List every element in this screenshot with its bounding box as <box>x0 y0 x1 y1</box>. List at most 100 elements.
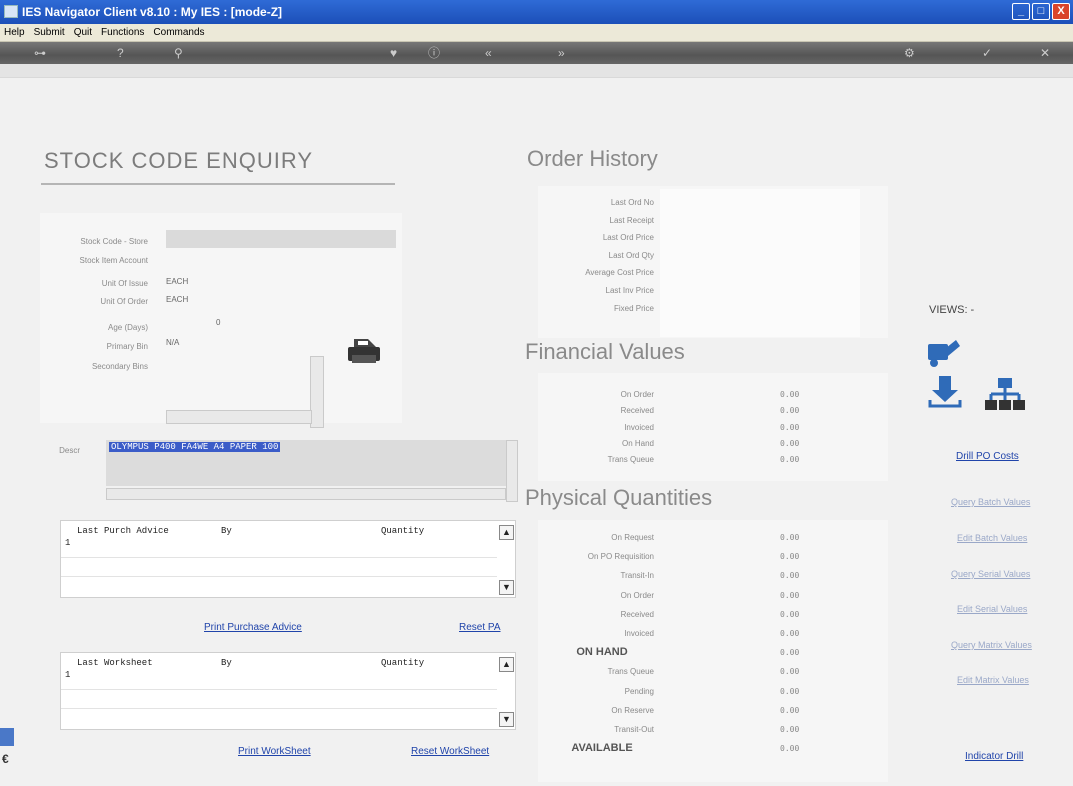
stock-code-store-field[interactable] <box>166 230 396 248</box>
descr-field[interactable]: OLYMPUS P400 FA4WE A4 PAPER 100 <box>106 440 506 486</box>
primary-bin-value: N/A <box>166 338 180 347</box>
row-value: 0.00 <box>780 406 800 416</box>
row-value: 0.00 <box>780 571 800 581</box>
row-value: 0.00 <box>780 390 800 399</box>
scroll-down-icon[interactable]: ▼ <box>499 712 514 727</box>
toolbar: ⊶ ? ⚲ ♥ ⓘ « » ⚙ ✓ ✕ <box>0 42 1073 64</box>
minimize-button[interactable]: _ <box>1012 3 1030 20</box>
scroll-up-icon[interactable]: ▲ <box>499 657 514 672</box>
truck-icon[interactable] <box>926 336 962 370</box>
row-label: Fixed Price <box>613 303 654 313</box>
order-history-title: Order History <box>527 146 658 171</box>
row-value: 0.00 <box>780 422 800 432</box>
row-value: 0.00 <box>780 725 800 734</box>
purchase-advice-grid[interactable]: Last Purch Advice By Quantity 1 ▲ ▼ <box>60 520 516 598</box>
row-value: 0.00 <box>780 590 800 600</box>
row-label: ON HAND <box>576 646 628 659</box>
stock-item-account-label: Stock Item Account <box>79 256 148 265</box>
age-value: 0 <box>216 318 221 327</box>
side-indicator: € <box>2 752 9 766</box>
grid-header-by: By <box>221 526 232 536</box>
row-value: 0.00 <box>780 609 800 619</box>
financial-values-title: Financial Values <box>525 339 685 364</box>
menu-commands[interactable]: Commands <box>149 24 209 38</box>
grid-row-divider <box>61 557 497 558</box>
ok-icon[interactable]: ✓ <box>982 45 992 61</box>
row-value: 0.00 <box>780 648 800 658</box>
grid-row-divider <box>61 708 497 709</box>
download-icon[interactable] <box>928 374 962 410</box>
row-label: Invoiced <box>624 629 654 638</box>
menu-submit[interactable]: Submit <box>30 24 70 38</box>
descr-text: OLYMPUS P400 FA4WE A4 PAPER 100 <box>109 442 281 452</box>
help-icon[interactable]: ? <box>117 45 124 61</box>
print-purchase-advice-link[interactable]: Print Purchase Advice <box>204 622 302 633</box>
print-worksheet-link[interactable]: Print WorkSheet <box>238 746 311 757</box>
order-history-values <box>660 189 860 337</box>
printer-icon[interactable] <box>346 335 382 367</box>
grid-row-number: 1 <box>65 670 71 680</box>
query-serial-values-link[interactable]: Query Serial Values <box>951 569 1030 579</box>
row-value: 0.00 <box>780 552 800 562</box>
maximize-button[interactable]: □ <box>1032 3 1050 20</box>
scroll-down-icon[interactable]: ▼ <box>499 580 514 595</box>
top-band <box>0 64 1073 78</box>
descr-label: Descr <box>59 446 80 455</box>
grid-header-last-purch: Last Purch Advice <box>77 526 169 536</box>
title-bar: IES Navigator Client v8.10 : My IES : [m… <box>0 0 1073 24</box>
grid-row-divider <box>61 576 497 577</box>
key-icon[interactable]: ⊶ <box>34 45 46 61</box>
edit-batch-values-link[interactable]: Edit Batch Values <box>957 533 1027 543</box>
menu-help[interactable]: Help <box>0 24 30 38</box>
row-value: 0.00 <box>780 744 800 754</box>
row-label: Last Ord No <box>610 198 654 207</box>
physical-quantities-title: Physical Quantities <box>525 485 713 510</box>
row-value: 0.00 <box>780 455 800 465</box>
query-matrix-values-link[interactable]: Query Matrix Values <box>951 640 1032 650</box>
close-button[interactable]: X <box>1052 3 1070 20</box>
cancel-icon[interactable]: ✕ <box>1040 45 1050 61</box>
search-icon[interactable]: ⚲ <box>174 45 183 61</box>
info-icon[interactable]: ⓘ <box>428 45 440 61</box>
grid-header-quantity: Quantity <box>381 658 425 668</box>
row-label: On Hand <box>621 438 654 448</box>
row-value: 0.00 <box>780 629 800 638</box>
side-tab[interactable] <box>0 728 14 746</box>
row-label: Average Cost Price <box>585 268 654 278</box>
last-record-icon[interactable]: » <box>558 45 565 61</box>
favourite-icon[interactable]: ♥ <box>390 45 397 61</box>
row-label: On Order <box>620 390 654 399</box>
row-value: 0.00 <box>780 667 800 677</box>
drill-po-costs-link[interactable]: Drill PO Costs <box>956 451 1019 462</box>
row-label: Invoiced <box>624 422 654 432</box>
unit-of-issue-value: EACH <box>166 277 189 286</box>
grid-row-number: 1 <box>65 538 71 548</box>
descr-scrollbar[interactable] <box>506 440 518 502</box>
row-value: 0.00 <box>780 686 800 696</box>
hierarchy-icon[interactable] <box>985 378 1025 410</box>
edit-serial-values-link[interactable]: Edit Serial Values <box>957 604 1027 614</box>
row-label: AVAILABLE <box>571 742 633 755</box>
secondary-bins-scrollbar[interactable] <box>310 356 324 428</box>
row-label: On Request <box>611 533 654 542</box>
age-label: Age (Days) <box>107 323 148 332</box>
reset-worksheet-link[interactable]: Reset WorkSheet <box>411 746 489 757</box>
unit-of-issue-label: Unit Of Issue <box>101 279 148 288</box>
indicator-drill-link[interactable]: Indicator Drill <box>965 751 1023 762</box>
query-batch-values-link[interactable]: Query Batch Values <box>951 497 1030 507</box>
descr-hscrollbar[interactable] <box>106 488 506 500</box>
scroll-up-icon[interactable]: ▲ <box>499 525 514 540</box>
settings-icon[interactable]: ⚙ <box>904 45 915 61</box>
menu-functions[interactable]: Functions <box>97 24 149 38</box>
row-value: 0.00 <box>780 705 800 715</box>
stock-code-store-label: Stock Code - Store <box>80 237 148 246</box>
secondary-bins-hscrollbar[interactable] <box>166 410 312 424</box>
app-icon <box>4 5 18 18</box>
first-record-icon[interactable]: « <box>485 45 492 61</box>
menu-quit[interactable]: Quit <box>70 24 97 38</box>
row-label: Trans Queue <box>607 455 654 465</box>
worksheet-grid[interactable]: Last Worksheet By Quantity 1 ▲ ▼ <box>60 652 516 730</box>
secondary-bins-label: Secondary Bins <box>91 362 148 371</box>
reset-pa-link[interactable]: Reset PA <box>459 622 501 633</box>
edit-matrix-values-link[interactable]: Edit Matrix Values <box>957 675 1029 685</box>
